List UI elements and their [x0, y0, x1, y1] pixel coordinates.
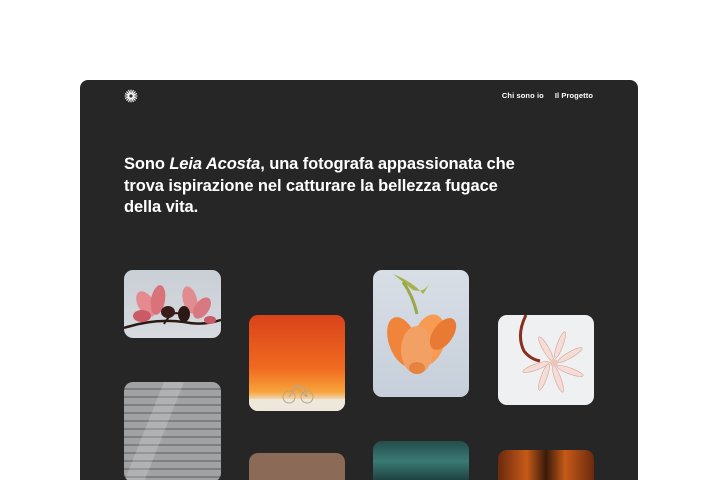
gallery-photo-brown-texture[interactable]	[249, 453, 345, 480]
nav-link-il-progetto[interactable]: Il Progetto	[555, 91, 593, 100]
portfolio-page: Chi sono io Il Progetto Sono Leia Acosta…	[80, 80, 638, 480]
hero-intro: Sono	[124, 155, 170, 173]
gallery-photo-pink-magnolia[interactable]	[124, 270, 221, 338]
hero-headline: Sono Leia Acosta, una fotografa appassio…	[124, 154, 524, 219]
gallery-photo-orange-tulip[interactable]	[373, 270, 469, 397]
gallery-photo-orange-wall-bicycle[interactable]	[249, 315, 345, 411]
nav-link-chi-sono-io[interactable]: Chi sono io	[502, 91, 544, 100]
gallery-photo-concrete-stairs[interactable]	[124, 382, 221, 480]
sunburst-logo-icon[interactable]	[124, 89, 138, 103]
top-nav: Chi sono io Il Progetto	[502, 91, 593, 100]
gallery-photo-white-flower[interactable]	[498, 315, 594, 405]
gallery-photo-orange-corridor[interactable]	[498, 450, 594, 480]
gallery-photo-teal-light[interactable]	[373, 441, 469, 480]
hero-name: Leia Acosta	[169, 155, 261, 173]
